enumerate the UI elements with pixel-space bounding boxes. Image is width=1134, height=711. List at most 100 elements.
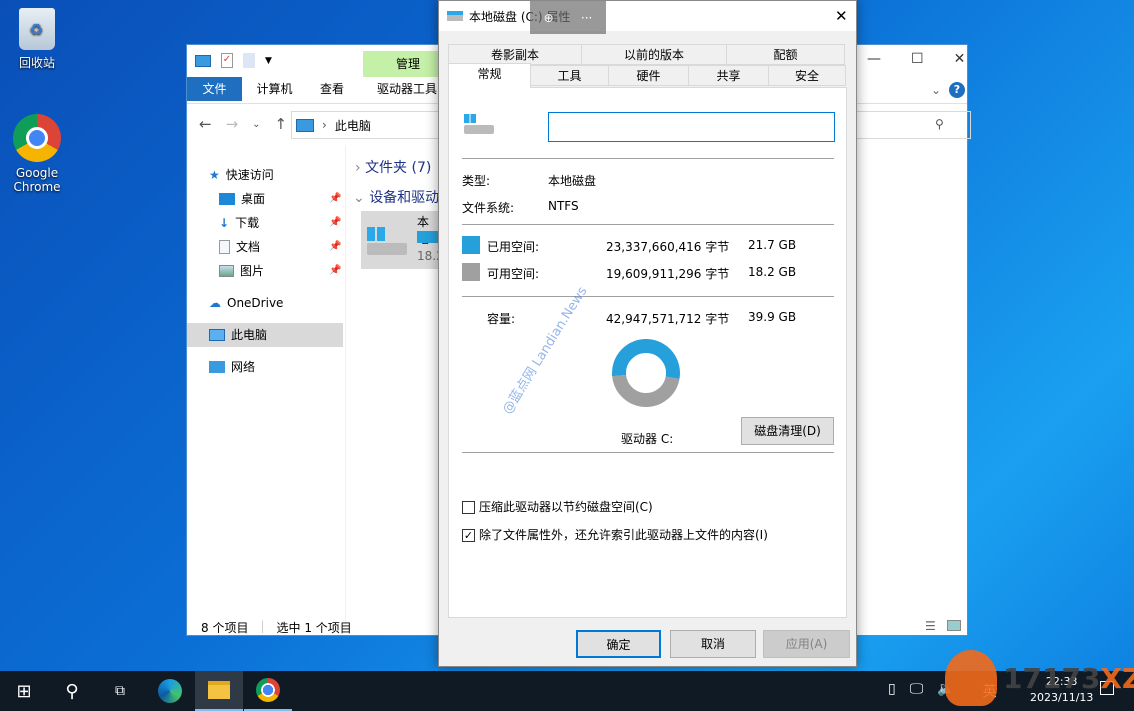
google-chrome-shortcut[interactable]: Google Chrome [7, 114, 67, 194]
properties-dialog: 本地磁盘 (C:) 属性 ⊕ ··· ✕ 卷影副本 以前的版本 配额 工具 硬件 … [438, 0, 857, 667]
help-icon[interactable]: ? [949, 82, 965, 98]
nav-documents[interactable]: 文档 📌 [219, 235, 341, 259]
tab-sharing[interactable]: 共享 [688, 65, 769, 86]
dialog-titlebar: 本地磁盘 (C:) 属性 [439, 1, 856, 31]
star-icon: ★ [209, 168, 220, 182]
window-controls: — ☐ ✕ [867, 51, 965, 67]
tab-drive-tools[interactable]: 驱动器工具 [367, 77, 447, 101]
maximize-icon[interactable]: ☐ [911, 51, 924, 67]
tab-quota[interactable]: 配额 [726, 44, 845, 65]
tab-previous-versions[interactable]: 以前的版本 [581, 44, 727, 65]
nav-network[interactable]: 网络 [209, 355, 255, 379]
tab-general[interactable]: 常规 [448, 63, 531, 88]
donut-used-segment [612, 339, 680, 380]
drive-c-tile[interactable]: 本地 18.2 [361, 211, 447, 269]
tab-tools[interactable]: 工具 [530, 65, 609, 86]
group-label: 文件夹 (7) [365, 160, 432, 176]
navigation-buttons: ← → ⌄ ↑ [199, 115, 287, 135]
apply-button[interactable]: 应用(A) [763, 630, 850, 658]
disk-cleanup-button[interactable]: 磁盘清理(D) [741, 417, 834, 445]
chrome-label: Google Chrome [13, 166, 61, 194]
pictures-icon [219, 265, 234, 277]
nav-quick-access[interactable]: ★ 快速访问 [209, 163, 274, 187]
customize-dropdown-icon[interactable]: ▼ [265, 56, 272, 66]
chrome-icon [13, 114, 61, 162]
general-tab-panel: 类型: 本地磁盘 文件系统: NTFS 已用空间: 23,337,660,416… [448, 87, 847, 618]
pin-icon[interactable]: 📌 [329, 187, 341, 211]
pane-divider [345, 145, 346, 625]
tab-file[interactable]: 文件 [187, 77, 242, 101]
large-icons-view-icon[interactable] [947, 620, 961, 631]
tab-computer[interactable]: 计算机 [247, 77, 302, 101]
group-folders[interactable]: › 文件夹 (7) [355, 157, 431, 177]
separator [462, 224, 834, 225]
index-label: 除了文件属性外，还允许索引此驱动器上文件的内容(I) [479, 528, 768, 542]
back-icon[interactable]: ← [199, 115, 212, 135]
cancel-button[interactable]: 取消 [670, 630, 756, 658]
separator [462, 296, 834, 297]
nav-label: 网络 [231, 360, 256, 374]
volume-name-input[interactable] [548, 112, 835, 142]
nav-downloads[interactable]: ↓ 下载 📌 [219, 211, 341, 235]
capacity-bytes: 42,947,571,712 字节 [606, 312, 730, 326]
search-icon: ⚲ [65, 680, 79, 702]
properties-icon[interactable]: ✓ [221, 53, 233, 68]
pin-icon[interactable]: 📌 [329, 235, 341, 259]
search-button[interactable]: ⚲ [48, 671, 96, 711]
tab-security[interactable]: 安全 [768, 65, 846, 86]
group-label: 设备和驱动 [369, 190, 440, 206]
details-view-icon[interactable]: ☰ [925, 619, 936, 633]
compress-label: 压缩此驱动器以节约磁盘空间(C) [479, 500, 653, 514]
zoom-overlay[interactable]: ⊕ ··· [530, 1, 606, 34]
checkbox-icon[interactable] [462, 501, 475, 514]
group-devices[interactable]: ⌄ 设备和驱动 [353, 187, 439, 207]
search-icon[interactable]: ⚲ [935, 117, 944, 131]
nav-onedrive[interactable]: ☁ OneDrive [209, 291, 283, 315]
edge-taskbar-button[interactable] [146, 671, 194, 711]
index-checkbox[interactable]: ✓ 除了文件属性外，还允许索引此驱动器上文件的内容(I) [462, 526, 768, 543]
minimize-icon[interactable]: — [867, 51, 881, 67]
network-icon [209, 361, 225, 373]
chrome-taskbar-button[interactable] [244, 671, 292, 711]
breadcrumb-this-pc[interactable]: 此电脑 [335, 117, 371, 134]
zoom-in-icon[interactable]: ⊕ [544, 11, 554, 25]
recent-dropdown-icon[interactable]: ⌄ [252, 115, 260, 135]
this-pc-icon [296, 118, 314, 132]
up-icon[interactable]: ↑ [275, 115, 288, 135]
new-folder-icon[interactable] [243, 53, 255, 68]
network-icon[interactable]: 🖵 [910, 681, 924, 701]
capacity-size: 39.9 GB [748, 310, 797, 324]
tab-hardware[interactable]: 硬件 [608, 65, 689, 86]
pin-icon[interactable]: 📌 [329, 211, 341, 235]
computer-icon[interactable] [195, 54, 211, 67]
free-space-size: 18.2 GB [748, 265, 797, 279]
download-icon: ↓ [219, 216, 230, 230]
ribbon-expand-icon[interactable]: ⌄ [931, 83, 941, 97]
task-view-icon: ⧉ [115, 683, 125, 699]
nav-this-pc[interactable]: 此电脑 [209, 323, 267, 347]
nav-pictures[interactable]: 图片 📌 [219, 259, 341, 283]
chevron-right-icon: › [355, 160, 361, 176]
donut-free-segment [612, 374, 680, 407]
close-icon[interactable]: ✕ [835, 7, 848, 25]
checkmark-icon[interactable]: ✓ [462, 529, 475, 542]
tab-view[interactable]: 查看 [307, 77, 357, 101]
usb-icon[interactable]: ▯ [888, 681, 896, 701]
ok-button[interactable]: 确定 [576, 630, 661, 658]
more-icon[interactable]: ··· [581, 11, 592, 25]
nav-label: 下载 [235, 216, 260, 230]
forward-icon[interactable]: → [226, 115, 239, 135]
start-button[interactable]: ⊞ [0, 671, 48, 711]
used-space-swatch [462, 236, 480, 254]
nav-desktop[interactable]: 桌面 📌 [219, 187, 341, 211]
recycle-bin-icon[interactable]: ♻ 回收站 [7, 8, 67, 71]
task-view-button[interactable]: ⧉ [96, 671, 144, 711]
explorer-taskbar-button[interactable] [195, 671, 243, 711]
edge-icon [158, 679, 182, 703]
tab-shadow-copies[interactable]: 卷影副本 [448, 44, 582, 65]
compress-checkbox[interactable]: 压缩此驱动器以节约磁盘空间(C) [462, 498, 653, 515]
separator [462, 452, 834, 453]
pin-icon[interactable]: 📌 [329, 259, 341, 283]
quick-access-toolbar: ✓ ▼ [195, 53, 272, 68]
close-icon[interactable]: ✕ [954, 51, 966, 67]
